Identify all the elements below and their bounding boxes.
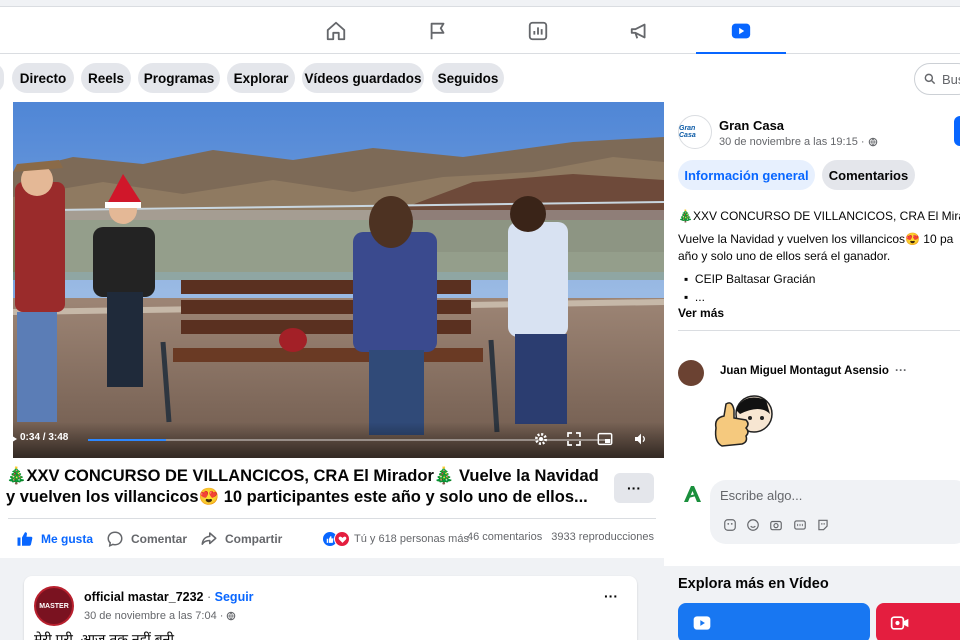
like-button[interactable]: Me gusta	[16, 526, 93, 552]
tab-comentarios[interactable]: Comentarios	[822, 160, 915, 190]
commenter-avatar[interactable]	[678, 360, 704, 386]
description-bullet-1: ▪ CEIP Baltasar Gracián	[684, 272, 816, 286]
comment-composer[interactable]: Escribe algo...	[710, 480, 960, 544]
video-progress-fill	[88, 439, 166, 441]
description-line-1: Vuelve la Navidad y vuelven los villanci…	[678, 232, 954, 246]
video-progress-bar[interactable]	[88, 439, 608, 441]
settings-icon[interactable]	[533, 431, 549, 447]
play-icon[interactable]	[8, 433, 18, 445]
follow-page-button[interactable]	[954, 116, 960, 146]
share-label: Compartir	[225, 532, 283, 546]
search-icon	[924, 73, 936, 85]
tab-directo[interactable]: Directo	[12, 63, 74, 93]
description-title: 🎄XXV CONCURSO DE VILLANCICOS, CRA El Mir…	[678, 209, 960, 223]
see-more-link[interactable]: Ver más	[678, 305, 724, 322]
explore-video-card[interactable]	[678, 603, 870, 640]
next-post-card: MASTER official mastar_7232 · Seguir 30 …	[24, 576, 637, 640]
gif-icon[interactable]	[793, 518, 807, 532]
video-player[interactable]	[13, 102, 664, 458]
avatar[interactable]: MASTER	[34, 586, 74, 626]
comment-input[interactable]: Escribe algo...	[720, 488, 802, 503]
thumbs-up-icon	[17, 532, 33, 546]
share-icon	[201, 532, 217, 545]
follow-link[interactable]: Seguir	[215, 590, 254, 604]
megaphone-icon[interactable]	[595, 7, 685, 54]
tab-seguidos[interactable]: Seguidos	[432, 63, 504, 93]
flag-icon[interactable]	[393, 7, 483, 54]
comment-label: Comentar	[131, 532, 188, 546]
live-video-icon	[890, 616, 909, 630]
description-divider	[678, 330, 960, 331]
views-count: 3933 reproducciones	[551, 531, 655, 543]
video-time: 0:34 / 3:48	[20, 432, 69, 443]
comment-button[interactable]: Comentar	[106, 526, 187, 552]
video-title: 🎄XXV CONCURSO DE VILLANCICOS, CRA El Mir…	[6, 467, 599, 506]
video-tabs-bar: Directo Reels Programas Explorar Vídeos …	[0, 54, 960, 102]
explore-live-card[interactable]	[876, 603, 960, 640]
fullscreen-icon[interactable]	[566, 431, 582, 447]
avatar-sticker-icon[interactable]	[816, 518, 830, 532]
video-icon[interactable]	[696, 7, 786, 55]
volume-icon[interactable]	[633, 431, 649, 447]
video-frame	[13, 102, 664, 458]
dashboard-icon[interactable]	[493, 7, 583, 54]
description-bullet-2: ▪ ...	[684, 290, 705, 304]
post-more-button[interactable]: ···	[604, 588, 618, 604]
comment-icon	[107, 531, 123, 547]
sticker-icon[interactable]	[723, 518, 737, 532]
tab-explorar[interactable]: Explorar	[227, 63, 295, 93]
tab-informacion-general[interactable]: Información general	[678, 160, 815, 190]
page-logo[interactable]: Gran Casa	[678, 115, 712, 149]
page-name[interactable]: Gran Casa	[719, 118, 784, 133]
post-more-options-button[interactable]: ···	[614, 473, 654, 503]
camera-icon[interactable]	[769, 518, 783, 532]
thumbs-up-sticker	[714, 395, 773, 447]
tab-reels[interactable]: Reels	[81, 63, 131, 93]
video-icon	[693, 616, 711, 630]
tab-inicio[interactable]	[0, 63, 4, 93]
globe-icon	[868, 137, 877, 147]
commenter-name[interactable]: Juan Miguel Montagut Asensio	[720, 365, 889, 377]
globe-icon	[227, 611, 236, 621]
tab-programas[interactable]: Programas	[138, 63, 220, 93]
home-icon[interactable]	[291, 7, 381, 54]
post-date[interactable]: 30 de noviembre a las 7:04 ·	[84, 610, 223, 622]
post-divider	[8, 518, 656, 519]
page-logo-text: Gran Casa	[679, 125, 696, 139]
bullet-2-text: ...	[694, 290, 705, 304]
explore-title: Explora más en Vídeo	[678, 576, 829, 592]
post-author[interactable]: official mastar_7232	[84, 590, 204, 604]
bullet-1-text: CEIP Baltasar Gracián	[694, 272, 816, 286]
avatar-label: MASTER	[39, 602, 69, 610]
share-button[interactable]: Compartir	[200, 526, 282, 552]
like-label: Me gusta	[41, 532, 94, 546]
comment-more-button[interactable]: ···	[895, 363, 907, 377]
love-reaction-icon	[334, 531, 350, 547]
page-post-date[interactable]: 30 de noviembre a las 19:15 ·	[719, 136, 865, 148]
miniplayer-icon[interactable]	[597, 431, 613, 447]
video-stats: 46 comentarios 3933 reproducciones	[467, 531, 654, 543]
post-snippet: मेरी परी, आज तक नहीं बनी	[34, 631, 175, 640]
search-placeholder: Bus	[942, 71, 960, 87]
page-avatar-icon	[684, 486, 701, 502]
tab-videos-guardados[interactable]: Vídeos guardados	[302, 63, 424, 93]
reactions-text: Tú y 618 personas más	[354, 533, 469, 545]
emoji-icon[interactable]	[746, 518, 760, 532]
top-navigation-bar	[0, 6, 960, 55]
search-input[interactable]: Bus	[914, 63, 960, 95]
comments-count[interactable]: 46 comentarios	[467, 531, 542, 543]
description-line-2: año y solo uno de ellos será el ganador.	[678, 249, 891, 263]
reactions-summary[interactable]: Tú y 618 personas más	[322, 530, 469, 548]
